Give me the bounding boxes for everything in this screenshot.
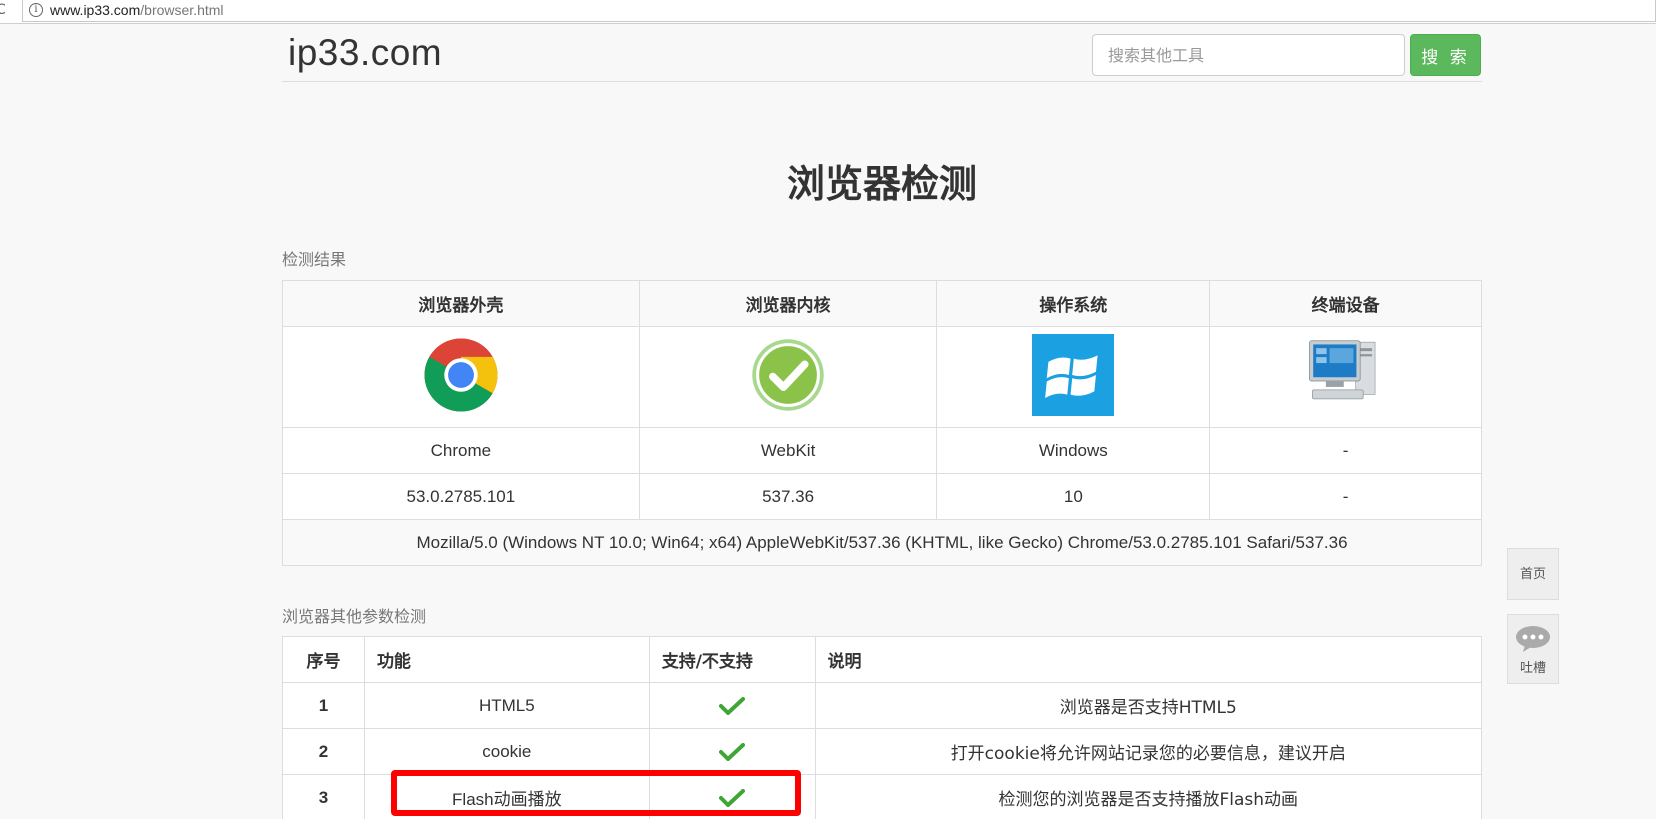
table-cell [282,326,640,428]
reload-icon[interactable]: C [0,2,6,18]
column-header: 浏览器外壳 [282,280,640,327]
url-host: www.ip33.com [50,2,141,18]
header-divider [282,81,1482,82]
search-button[interactable]: 搜 索 [1410,34,1481,76]
search-input[interactable] [1092,34,1405,76]
table-row: 53.0.2785.101 537.36 10 - [282,473,1482,520]
column-header: 序号 [282,636,365,683]
site-logo[interactable]: ip33.com [288,32,442,74]
table-row: Chrome WebKit Windows - [282,427,1482,474]
chat-bubble-icon [1516,626,1550,652]
desktop-computer-icon [1308,339,1376,399]
user-agent: Mozilla/5.0 (Windows NT 10.0; Win64; x64… [282,519,1482,566]
params-section-label: 浏览器其他参数检测 [282,607,427,626]
table-header-row: 浏览器外壳 浏览器内核 操作系统 终端设备 [282,280,1482,327]
feature-name: cookie [363,728,650,775]
column-header: 说明 [814,636,1483,683]
feedback-label: 吐槽 [1519,661,1546,676]
windows-logo-icon [1032,333,1115,416]
column-header: 浏览器内核 [638,280,938,327]
row-number: 2 [282,728,365,775]
home-button[interactable]: 首页 [1507,548,1559,600]
engine-version: 537.36 [638,473,938,520]
url-text[interactable]: www.ip33.com/browser.html [50,2,224,18]
browser-url-bar: C i www.ip33.com/browser.html [0,0,1656,24]
browser-name: Chrome [282,427,640,474]
table-row [282,326,1482,428]
highlight-box [391,770,801,816]
result-table: 浏览器外壳 浏览器内核 操作系统 终端设备 Chrome WebKit Wind… [282,280,1482,566]
description: 浏览器是否支持HTML5 [814,682,1483,729]
os-name: Windows [936,427,1211,474]
table-row: 1 HTML5 浏览器是否支持HTML5 [282,682,1483,729]
row-number: 3 [282,774,365,819]
table-header-row: 序号 功能 支持/不支持 说明 [282,636,1483,683]
engine-name: WebKit [638,427,938,474]
device-version: - [1209,473,1482,520]
result-section-label: 检测结果 [282,250,347,269]
table-cell [1209,326,1482,428]
os-version: 10 [936,473,1211,520]
column-header: 支持/不支持 [648,636,816,683]
description: 检测您的浏览器是否支持播放Flash动画 [814,774,1483,819]
page-title: 浏览器检测 [786,162,977,206]
column-header: 操作系统 [936,280,1211,327]
check-mark-icon [719,742,746,761]
webkit-check-icon [752,338,824,411]
table-cell [936,326,1211,428]
table-row: Mozilla/5.0 (Windows NT 10.0; Win64; x64… [282,519,1482,566]
column-header: 功能 [363,636,650,683]
chrome-logo-icon [424,337,498,412]
check-mark-icon [719,696,746,715]
table-row: 2 cookie 打开cookie将允许网站记录您的必要信息，建议开启 [282,728,1483,775]
table-cell [638,326,938,428]
url-path: /browser.html [140,2,224,18]
support-cell [648,682,816,729]
row-number: 1 [282,682,365,729]
address-bar[interactable]: i www.ip33.com/browser.html [22,0,1656,22]
support-cell [648,728,816,775]
device-name: - [1209,427,1482,474]
browser-version: 53.0.2785.101 [282,473,640,520]
info-icon[interactable]: i [29,3,43,17]
feature-name: HTML5 [363,682,650,729]
feedback-button[interactable]: 吐槽 [1507,614,1559,684]
column-header: 终端设备 [1209,280,1482,327]
description: 打开cookie将允许网站记录您的必要信息，建议开启 [814,728,1483,775]
